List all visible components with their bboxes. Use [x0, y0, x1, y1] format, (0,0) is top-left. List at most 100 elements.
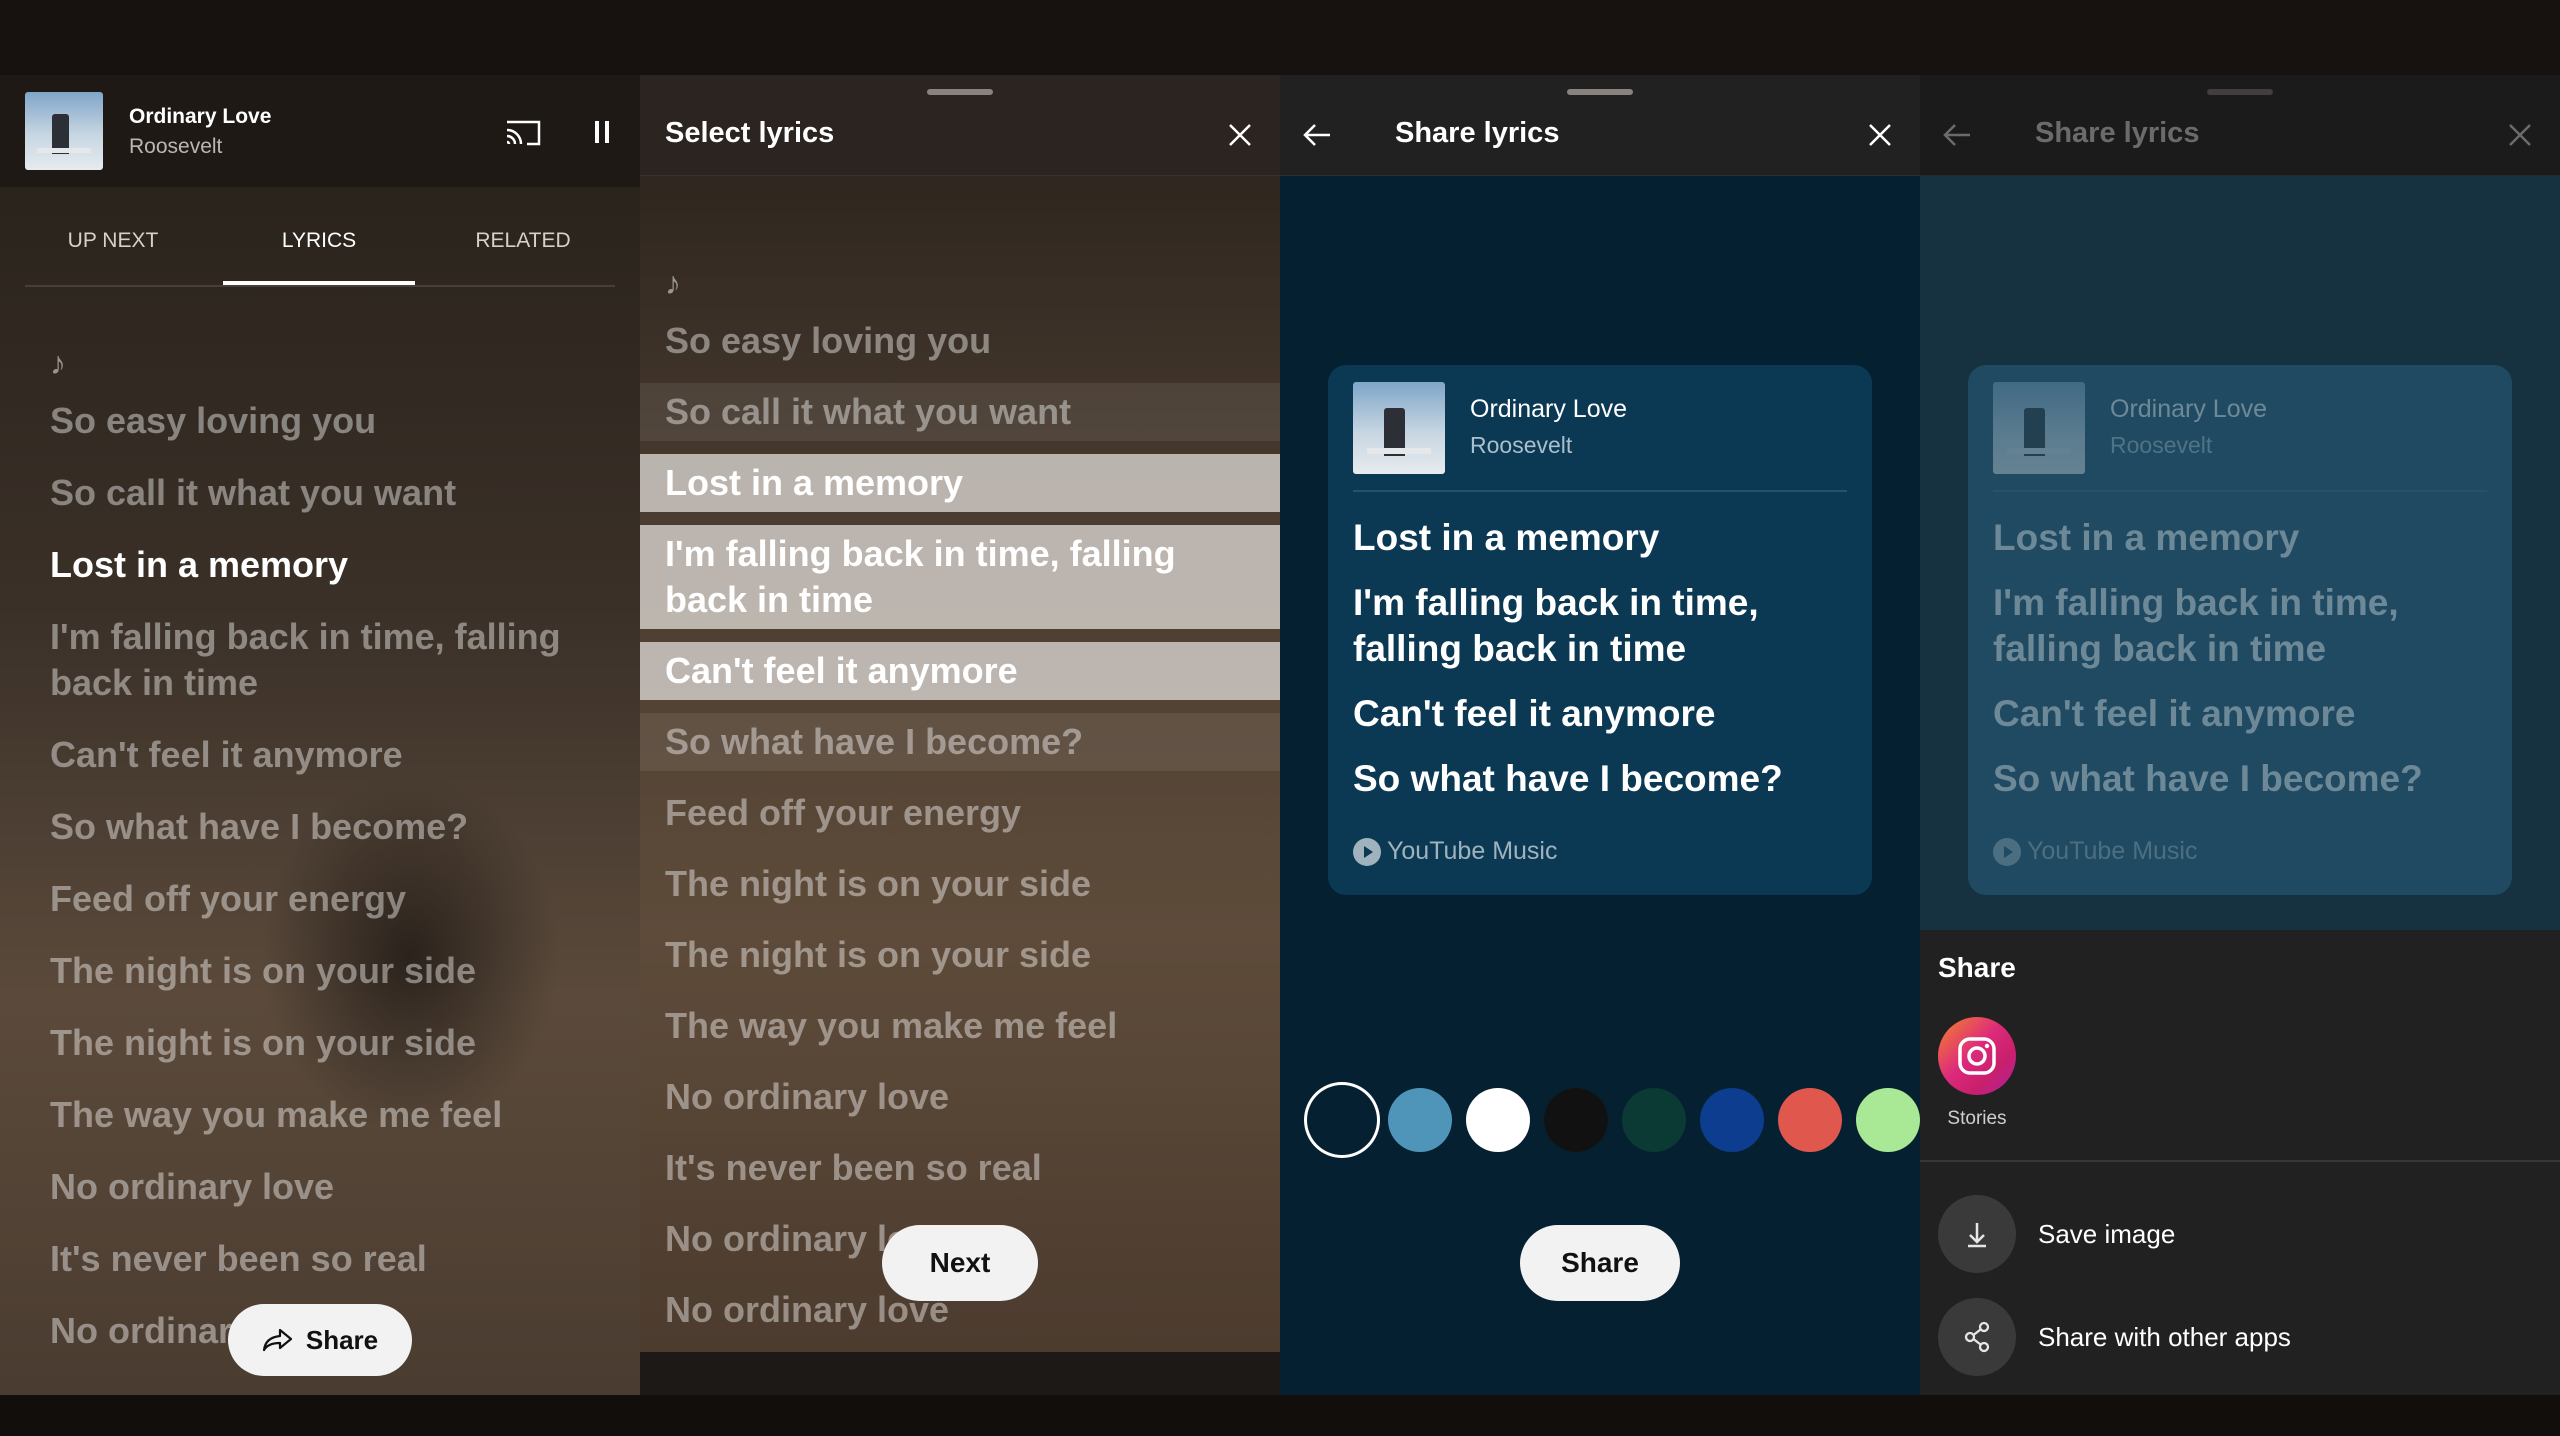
card-lyric-line: I'm falling back in time, falling back i… [1353, 582, 1759, 669]
lyric-line: The night is on your side [50, 1022, 477, 1063]
status-bar [0, 0, 2560, 75]
download-icon [1938, 1195, 2016, 1273]
color-picker [1310, 1088, 1920, 1158]
mini-player[interactable]: Ordinary Love Roosevelt [0, 75, 640, 187]
lyric-line: Feed off your energy [50, 878, 407, 919]
sheet-title: Select lyrics [665, 117, 835, 149]
card-artist: Roosevelt [1470, 432, 1573, 458]
play-logo-icon [1993, 837, 2021, 866]
drag-handle [2207, 89, 2273, 95]
share-lyrics-header: Share lyrics [1280, 75, 1920, 176]
share-button[interactable]: Share [1520, 1225, 1680, 1301]
color-swatch[interactable] [1778, 1088, 1842, 1152]
share-button-label: Share [305, 1324, 379, 1355]
card-lyrics: Lost in a memory I'm falling back in tim… [1993, 515, 2487, 821]
card-lyrics: Lost in a memory I'm falling back in tim… [1353, 515, 1847, 821]
lyrics-card-preview: Ordinary Love Roosevelt Lost in a memory… [1328, 365, 1872, 895]
cast-icon[interactable] [505, 118, 541, 148]
music-note-icon: ♪ [665, 265, 681, 301]
youtube-music-logo: YouTube Music [1353, 837, 1557, 866]
card-lyric-line: Lost in a memory [1353, 517, 1660, 558]
close-icon[interactable] [1867, 122, 1893, 148]
tab-lyrics[interactable]: LYRICS [223, 205, 415, 285]
lyric-option[interactable]: So call it what you want [640, 383, 1280, 441]
drag-handle[interactable] [1567, 89, 1633, 95]
color-swatch[interactable] [1700, 1088, 1764, 1152]
instagram-stories-button[interactable] [1938, 1017, 2016, 1095]
share-sheet-divider [1920, 1160, 2560, 1162]
instagram-icon [1958, 1037, 1996, 1075]
lyric-option[interactable]: The night is on your side [640, 855, 1280, 913]
back-arrow-icon[interactable] [1302, 122, 1332, 148]
share-arrow-icon [262, 1328, 292, 1352]
lyric-line: So call it what you want [50, 472, 457, 513]
close-icon[interactable] [1227, 122, 1253, 148]
lyric-option[interactable]: So easy loving you [640, 312, 1280, 370]
lyric-line: Can't feel it anymore [50, 734, 403, 775]
drag-handle[interactable] [927, 89, 993, 95]
next-button[interactable]: Next [882, 1225, 1038, 1301]
player-tabs: UP NEXT LYRICS RELATED [25, 205, 615, 287]
album-art[interactable] [25, 92, 103, 170]
card-lyric-line: I'm falling back in time, falling back i… [1993, 582, 2399, 669]
play-logo-icon [1353, 837, 1381, 866]
artist-name: Roosevelt [129, 135, 223, 158]
color-swatch[interactable] [1466, 1088, 1530, 1152]
album-art [1993, 382, 2085, 474]
save-image-option[interactable]: Save image [1938, 1195, 2538, 1275]
lyric-option-selected[interactable]: Can't feel it anymore [640, 642, 1280, 700]
lyric-option-selected[interactable]: I'm falling back in time, falling back i… [640, 525, 1280, 629]
tab-related[interactable]: RELATED [435, 205, 611, 285]
lyric-line: It's never been so real [50, 1238, 427, 1279]
color-swatch[interactable] [1622, 1088, 1686, 1152]
lyric-option[interactable]: Feed off your energy [640, 784, 1280, 842]
sheet-footer [640, 1352, 1280, 1395]
color-swatch-selected[interactable] [1310, 1088, 1374, 1152]
lyrics-list: ♪ So easy loving you So call it what you… [50, 345, 610, 1380]
save-image-label: Save image [2038, 1219, 2176, 1249]
card-song-title: Ordinary Love [1470, 395, 1628, 423]
card-lyric-line: Can't feel it anymore [1353, 693, 1716, 734]
share-lyrics-button[interactable]: Share [228, 1304, 412, 1376]
color-swatch[interactable] [1388, 1088, 1452, 1152]
stories-label: Stories [1947, 1108, 2007, 1129]
lyric-option[interactable]: It's never been so real [640, 1139, 1280, 1197]
selectable-lyrics-list: ♪ So easy loving you So call it what you… [640, 265, 1280, 1352]
lyric-option[interactable]: The night is on your side [640, 926, 1280, 984]
select-lyrics-panel: Select lyrics ♪ So easy loving you So ca… [640, 75, 1280, 1395]
card-lyric-line: Can't feel it anymore [1993, 693, 2356, 734]
card-divider [1993, 490, 2487, 492]
brand-text: YouTube Music [2027, 837, 2198, 865]
lyric-option[interactable]: The way you make me feel [640, 997, 1280, 1055]
lyric-line: The way you make me feel [50, 1094, 503, 1135]
youtube-music-logo: YouTube Music [1993, 837, 2197, 866]
share-nodes-icon [1938, 1298, 2016, 1376]
back-arrow-icon [1943, 124, 1970, 146]
card-song-title: Ordinary Love [2110, 395, 2268, 423]
share-other-apps-label: Share with other apps [2038, 1322, 2291, 1352]
lyric-line: So easy loving you [50, 400, 377, 441]
card-artist: Roosevelt [2110, 432, 2213, 458]
lyric-line: The night is on your side [50, 950, 477, 991]
tab-up-next[interactable]: UP NEXT [25, 205, 201, 285]
album-art [1353, 382, 1445, 474]
player-panel: Ordinary Love Roosevelt UP NEXT LYRICS R… [0, 75, 640, 1395]
sheet-title: Share lyrics [2035, 117, 2200, 149]
share-lyrics-panel: Share lyrics Ordinary Love Roosevelt Los… [1280, 75, 1920, 1395]
lyric-line: So what have I become? [50, 806, 469, 847]
pause-icon[interactable] [592, 119, 612, 145]
song-title: Ordinary Love [129, 105, 272, 128]
lyric-option-selected[interactable]: Lost in a memory [640, 454, 1280, 512]
share-heading: Share [1938, 952, 2016, 983]
lyric-line: I'm falling back in time, falling back i… [50, 616, 561, 703]
color-swatch[interactable] [1856, 1088, 1920, 1152]
color-swatch[interactable] [1544, 1088, 1608, 1152]
share-other-apps-option[interactable]: Share with other apps [1938, 1298, 2538, 1378]
lyric-option[interactable]: No ordinary love [640, 1068, 1280, 1126]
card-lyric-line: So what have I become? [1993, 758, 2423, 799]
lyric-line: No ordinary love [50, 1166, 335, 1207]
card-divider [1353, 490, 1847, 492]
current-lyric-line: Lost in a memory [50, 544, 349, 585]
lyric-option[interactable]: So what have I become? [640, 713, 1280, 771]
lyrics-card-preview-dimmed: Ordinary Love Roosevelt Lost in a memory… [1968, 365, 2512, 895]
